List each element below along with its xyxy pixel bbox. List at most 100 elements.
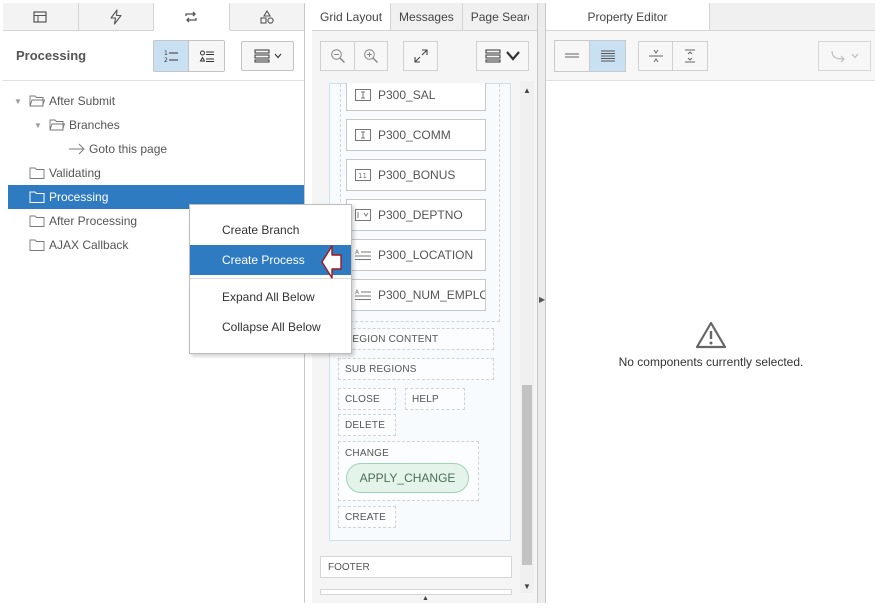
tree-menu-button[interactable]: [241, 40, 294, 71]
view-by-sequence-button[interactable]: 12: [154, 40, 189, 71]
item-label: P300_COMM: [378, 128, 451, 142]
menu-item-expand-all-below[interactable]: Expand All Below: [190, 282, 351, 312]
slot-sub-regions[interactable]: SUB REGIONS: [338, 358, 494, 380]
left-toolbar: Processing 12: [3, 31, 304, 81]
tree-node-branches[interactable]: ▼ Branches: [3, 113, 304, 137]
slot-delete[interactable]: DELETE: [338, 414, 396, 436]
item-label: P300_LOCATION: [378, 248, 474, 262]
menu-item-create-branch[interactable]: Create Branch: [190, 215, 351, 245]
show-common-button[interactable]: [555, 40, 590, 71]
empty-message: No components currently selected.: [618, 355, 804, 369]
textarea-icon: A: [355, 249, 371, 260]
zoom-in-button[interactable]: [354, 41, 388, 71]
left-tabs: [3, 3, 304, 31]
tree-node-after-submit[interactable]: ▼ After Submit: [3, 89, 304, 113]
menu-icon: [254, 49, 269, 62]
page-item-p300-bonus[interactable]: 11 P300_BONUS: [346, 159, 486, 191]
tree-node-label: Processing: [49, 190, 109, 204]
tab-grid-layout[interactable]: Grid Layout: [312, 3, 392, 30]
tree-node-label: Branches: [69, 118, 120, 132]
folder-icon: [29, 239, 45, 251]
tree-node-validating[interactable]: Validating: [3, 161, 304, 185]
item-label: P300_DEPTNO: [378, 208, 463, 222]
collapse-bottom-icon[interactable]: ▲: [422, 595, 429, 602]
text-field-icon: [355, 89, 371, 101]
page-item-p300-location[interactable]: A P300_LOCATION: [346, 239, 486, 271]
menu-icon: [485, 49, 500, 63]
middle-tabs: Grid Layout Messages Page Search: [312, 3, 537, 31]
expand-toggle-icon[interactable]: ▼: [13, 97, 23, 106]
tab-property-editor[interactable]: Property Editor: [546, 3, 710, 30]
property-toolbar: [546, 31, 875, 81]
processing-cycle-icon: [185, 11, 197, 22]
grid-toolbar: [312, 31, 537, 81]
folder-open-icon: [29, 95, 45, 107]
tab-rendering[interactable]: [3, 3, 79, 30]
menu-item-collapse-all-below[interactable]: Collapse All Below: [190, 312, 351, 342]
item-label: P300_NUM_EMPLOYEES: [378, 288, 485, 302]
tree-node-label: Goto this page: [89, 142, 168, 156]
vertical-scrollbar[interactable]: ▲ ▼: [520, 81, 534, 593]
show-all-button[interactable]: [590, 40, 625, 71]
ordered-list-icon: 12: [164, 50, 178, 64]
tab-shared-components[interactable]: [230, 3, 305, 30]
slot-help[interactable]: HELP: [405, 388, 465, 410]
folder-icon: [29, 215, 45, 227]
page-item-p300-num-employees[interactable]: A P300_NUM_EMPLOYEES: [346, 279, 486, 311]
expand-toggle-icon[interactable]: ▼: [33, 121, 43, 130]
grid-menu-button[interactable]: [476, 41, 529, 71]
chevron-down-icon: [851, 53, 859, 58]
zoom-out-icon: [330, 49, 345, 63]
page-item-p300-sal[interactable]: P300_SAL: [346, 83, 486, 111]
slot-footer[interactable]: FOOTER: [320, 556, 512, 578]
tree-node-label: Validating: [49, 166, 101, 180]
dense-lines-icon: [600, 50, 615, 61]
lines-icon: [565, 53, 579, 57]
button-apply-change[interactable]: APPLY_CHANGE: [346, 463, 469, 493]
warning-icon: [695, 321, 727, 349]
item-label: P300_SAL: [378, 88, 436, 102]
scroll-thumb[interactable]: [522, 385, 532, 565]
svg-text:1: 1: [164, 50, 168, 57]
page-item-p300-deptno[interactable]: P300_DEPTNO: [346, 199, 486, 231]
tree-node-label: AJAX Callback: [49, 238, 129, 252]
tree-node-goto-this-page[interactable]: Goto this page: [3, 137, 304, 161]
scroll-up-icon[interactable]: ▲: [520, 83, 534, 97]
display-mode-group: [554, 39, 626, 72]
tree-node-label: After Submit: [49, 94, 116, 108]
zoom-out-button[interactable]: [320, 41, 354, 71]
slot-close[interactable]: CLOSE: [338, 388, 396, 410]
go-to-group-button[interactable]: [818, 40, 871, 71]
next-region-slot: [320, 589, 512, 595]
table-icon: [33, 10, 47, 23]
chevron-down-icon: [505, 51, 520, 61]
panel-title: Processing: [16, 48, 87, 63]
component-list-icon: [199, 50, 214, 62]
tab-dynamic-actions[interactable]: [79, 3, 154, 30]
expand-button[interactable]: [403, 41, 438, 71]
scroll-down-icon[interactable]: ▼: [520, 579, 534, 593]
expand-all-button[interactable]: [673, 40, 708, 71]
empty-state: No components currently selected.: [546, 321, 876, 369]
select-list-icon: [355, 209, 371, 221]
view-by-type-button[interactable]: [189, 40, 224, 71]
arrow-right-icon: [69, 143, 85, 155]
panel-splitter[interactable]: ▶: [538, 3, 545, 603]
collapse-all-button[interactable]: [638, 40, 673, 71]
slot-create[interactable]: CREATE: [338, 506, 396, 528]
page-item-p300-comm[interactable]: P300_COMM: [346, 119, 486, 151]
tab-page-search[interactable]: Page Search: [463, 3, 529, 30]
svg-text:11: 11: [358, 172, 367, 180]
tree-node-label: After Processing: [49, 214, 138, 228]
slot-region-content[interactable]: REGION CONTENT: [338, 328, 494, 350]
folder-icon: [29, 167, 45, 179]
folder-icon: [29, 191, 45, 203]
view-toggle-group: 12: [153, 39, 225, 72]
tab-messages[interactable]: Messages: [391, 3, 463, 30]
lightning-icon: [110, 8, 122, 25]
number-field-icon: 11: [355, 169, 371, 181]
textarea-icon: A: [355, 289, 371, 300]
text-field-icon: [355, 129, 371, 141]
tab-processing[interactable]: [154, 3, 230, 31]
collapse-icon: [648, 49, 663, 62]
